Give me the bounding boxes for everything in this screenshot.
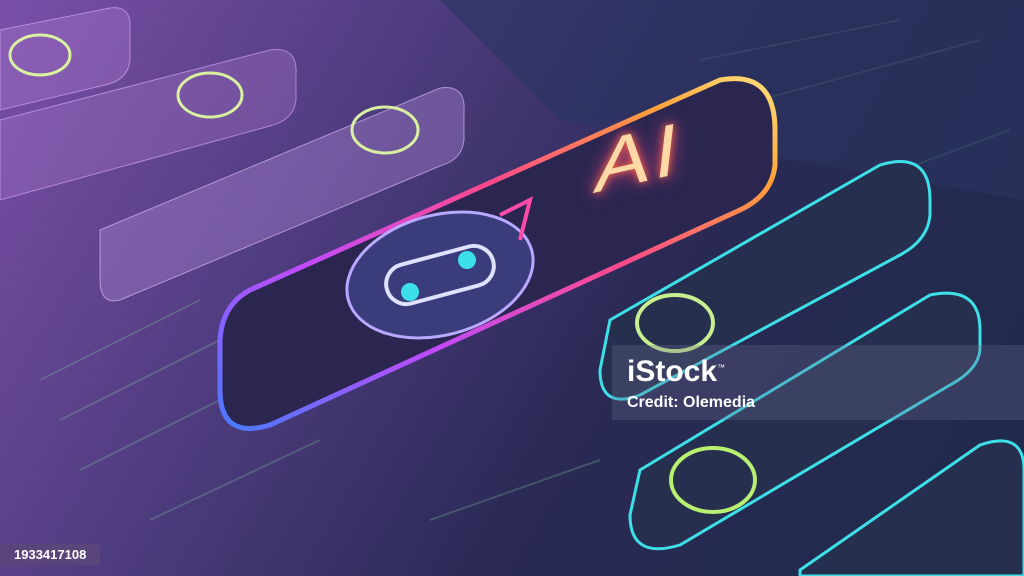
image-id: 1933417108 [0,544,101,565]
chat-card-cyan-3 [798,439,1024,576]
watermark-brand: iStock [627,355,718,388]
trademark: ™ [717,363,726,372]
scene-illustration [0,0,1024,576]
istock-watermark: iStock™ Credit: Olemedia [627,352,755,412]
watermark-credit: Credit: Olemedia [627,394,756,411]
